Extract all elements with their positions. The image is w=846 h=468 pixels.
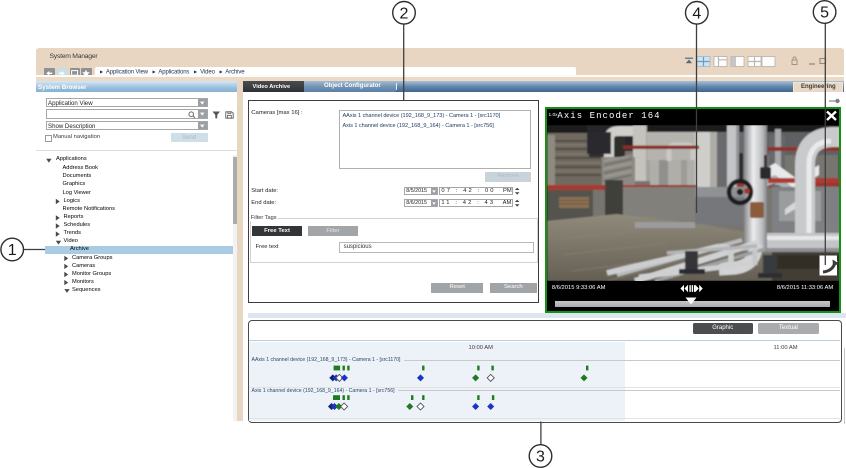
svg-text:5: 5 <box>820 5 829 22</box>
svg-text:4: 4 <box>692 5 701 22</box>
svg-text:1: 1 <box>8 242 17 259</box>
svg-text:2: 2 <box>400 5 409 22</box>
svg-text:3: 3 <box>536 449 545 466</box>
